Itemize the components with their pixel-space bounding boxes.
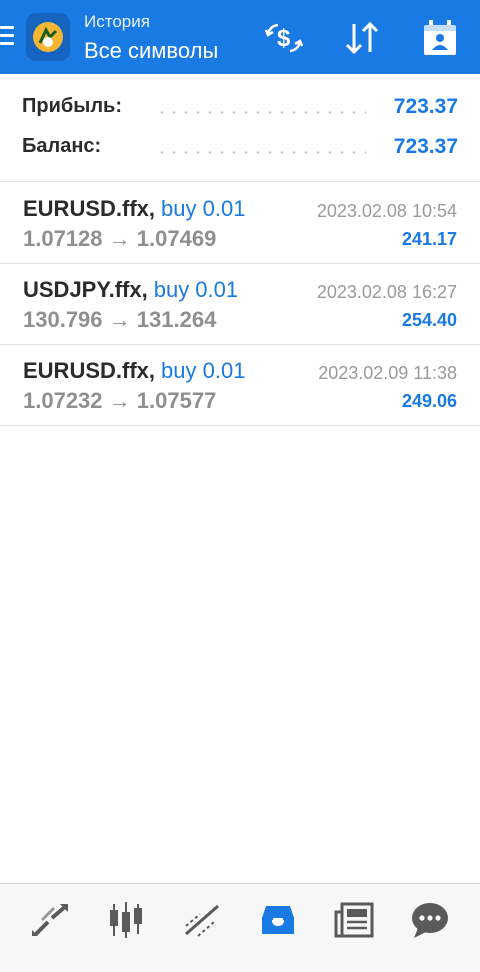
account-summary: Прибыль: 723.37 Баланс: 723.37 [0, 74, 480, 182]
header-subtitle: История [84, 12, 150, 31]
deal-time: 2023.02.08 10:54 [316, 201, 457, 221]
open-price: 1.07128 [23, 226, 103, 251]
balance-label: Баланс: [22, 135, 102, 157]
header-title[interactable]: Все символы [84, 38, 218, 64]
close-price: 131.264 [136, 307, 217, 332]
deal-profit: 249.06 [401, 391, 457, 411]
app-logo [26, 13, 70, 61]
trade-icon[interactable] [176, 898, 228, 942]
deal-type: buy 0.01 [161, 196, 246, 221]
deal-type: buy 0.01 [161, 358, 246, 383]
deal-profit: 254.40 [401, 310, 457, 330]
deal-time: 2023.02.09 11:38 [318, 363, 457, 383]
currency-exchange-icon[interactable]: $ [264, 18, 304, 58]
dotted-leader [156, 111, 366, 114]
menu-icon[interactable] [0, 26, 14, 50]
deal-prices: 1.07128 → 1.07469 [23, 226, 216, 252]
dotted-leader [156, 151, 366, 154]
arrow-icon: → [108, 307, 131, 332]
deal-symbol-line: EURUSD.ffx, buy 0.01 [23, 196, 245, 222]
history-icon[interactable] [252, 898, 304, 942]
svg-text:$: $ [277, 25, 291, 52]
deal-row[interactable]: EURUSD.ffx, buy 0.01 1.07232 → 1.07577 20… [0, 345, 480, 426]
profit-label: Прибыль: [22, 95, 122, 117]
balance-row: Баланс: 723.37 [22, 135, 458, 165]
chat-icon[interactable] [404, 898, 456, 942]
close-price: 1.07577 [136, 388, 217, 413]
calendar-icon[interactable] [420, 18, 460, 58]
arrow-icon: → [108, 226, 131, 251]
bottom-nav [0, 883, 480, 972]
deal-type: buy 0.01 [153, 277, 239, 302]
deal-symbol-line: EURUSD.ffx, buy 0.01 [23, 358, 245, 384]
deal-time: 2023.02.08 16:27 [316, 282, 457, 302]
arrow-icon: → [108, 388, 131, 413]
news-icon[interactable] [328, 898, 380, 942]
deal-row[interactable]: USDJPY.ffx, buy 0.01 130.796 → 131.264 20… [0, 264, 480, 345]
deal-symbol: EURUSD.ffx [23, 196, 149, 221]
profit-row: Прибыль: 723.37 [22, 95, 458, 125]
separator: , [148, 358, 156, 383]
open-price: 1.07232 [23, 388, 103, 413]
close-price: 1.07469 [136, 226, 217, 251]
deal-profit: 241.17 [401, 229, 457, 249]
sort-icon[interactable] [342, 18, 382, 58]
open-price: 130.796 [23, 307, 103, 332]
deal-row[interactable]: EURUSD.ffx, buy 0.01 1.07128 → 1.07469 20… [0, 183, 480, 264]
deal-prices: 130.796 → 131.264 [23, 307, 216, 333]
quotes-icon[interactable] [24, 898, 76, 942]
deal-symbol: USDJPY.ffx [23, 277, 142, 302]
deal-symbol: EURUSD.ffx [23, 358, 149, 383]
chart-icon[interactable] [100, 898, 152, 942]
profit-value: 723.37 [393, 95, 458, 118]
balance-value: 723.37 [393, 135, 458, 158]
app-header: История Все символы $ [0, 0, 480, 74]
separator: , [148, 196, 156, 221]
deal-symbol-line: USDJPY.ffx, buy 0.01 [23, 277, 238, 303]
deal-prices: 1.07232 → 1.07577 [23, 388, 216, 414]
separator: , [141, 277, 148, 302]
